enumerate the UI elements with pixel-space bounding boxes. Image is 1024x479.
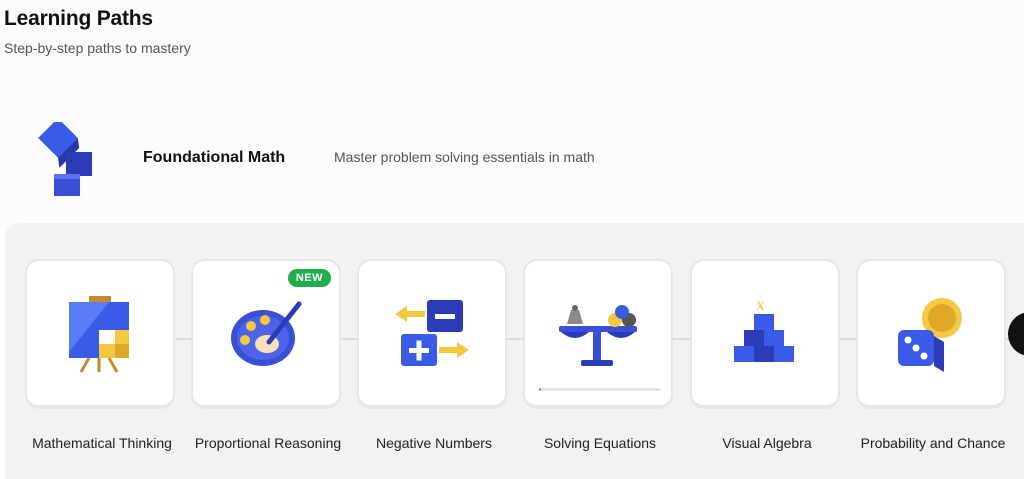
svg-text:x: x — [756, 295, 765, 314]
cube-pyramid-icon: x — [734, 295, 794, 362]
course-visual-algebra[interactable]: x Visual Algebra — [690, 259, 844, 469]
course-card[interactable] — [25, 259, 175, 409]
course-card[interactable] — [357, 259, 507, 409]
course-progress-bar — [539, 388, 661, 391]
course-solving-equations[interactable]: Solving Equations — [523, 259, 677, 469]
course-mathematical-thinking[interactable]: Mathematical Thinking — [25, 259, 179, 469]
course-card[interactable] — [856, 259, 1006, 409]
balance-scale-icon — [559, 305, 637, 366]
course-label: Mathematical Thinking — [32, 435, 172, 451]
page-subtitle: Step-by-step paths to mastery — [4, 40, 191, 56]
new-badge: NEW — [287, 269, 331, 287]
easel-painting-icon — [69, 296, 129, 373]
course-label: Solving Equations — [543, 435, 657, 451]
course-card[interactable]: x — [690, 259, 840, 409]
course-probability-and-chance[interactable]: Probability and Chance — [856, 259, 1010, 469]
course-negative-numbers[interactable]: Negative Numbers — [357, 259, 511, 469]
course-label: Visual Algebra — [722, 435, 812, 451]
course-progress-fill — [539, 388, 542, 391]
plus-minus-blocks-icon — [395, 300, 469, 366]
course-proportional-reasoning[interactable]: NEW Proportional Reasoning — [191, 259, 345, 469]
course-label: Probability and Chance — [860, 435, 1006, 451]
course-card[interactable] — [523, 259, 673, 409]
path-description: Master problem solving essentials in mat… — [334, 149, 595, 165]
dice-coin-icon — [898, 298, 962, 372]
course-label: Negative Numbers — [376, 435, 492, 451]
path-header[interactable]: Foundational Math Master problem solving… — [0, 115, 1024, 205]
blue-cubes-icon — [38, 122, 92, 196]
course-label: Proportional Reasoning — [194, 435, 342, 451]
path-name: Foundational Math — [143, 149, 286, 166]
paint-palette-icon — [231, 301, 302, 366]
page-title: Learning Paths — [4, 7, 153, 30]
course-card[interactable]: NEW — [191, 259, 341, 409]
